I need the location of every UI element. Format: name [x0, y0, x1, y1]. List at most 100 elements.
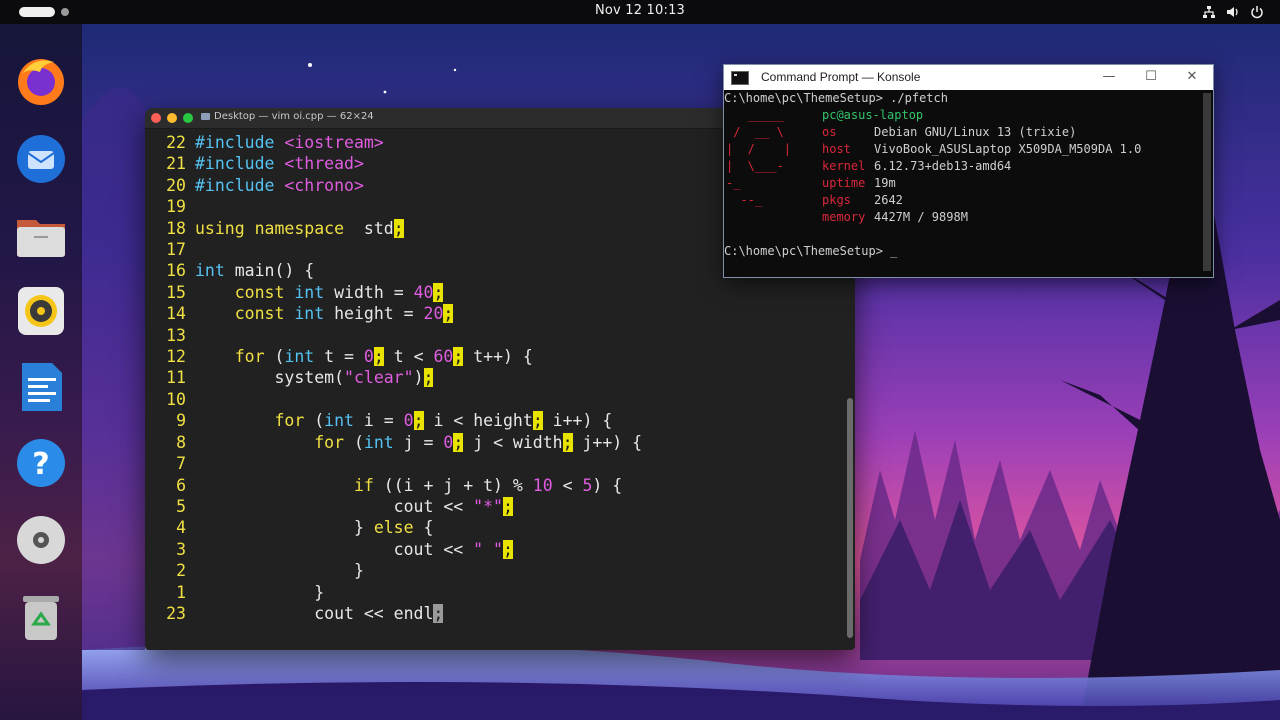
code-line[interactable]: 10: [145, 389, 642, 410]
konsole-window[interactable]: Command Prompt — Konsole — ☐ ✕ C:\home\p…: [723, 64, 1214, 278]
clock[interactable]: Nov 12 10:13: [0, 3, 1280, 18]
debian-logo-line: --_: [726, 193, 763, 207]
code-token: 5: [582, 475, 593, 495]
konsole-titlebar[interactable]: Command Prompt — Konsole — ☐ ✕: [724, 65, 1213, 90]
code-token: int: [363, 432, 394, 452]
code-line[interactable]: 17: [145, 239, 642, 260]
code-token: <thread>: [284, 154, 364, 174]
code-token: i < height: [423, 411, 533, 431]
pfetch-value: 4427M / 9898M: [874, 210, 968, 224]
files-icon[interactable]: [12, 206, 70, 264]
code-line[interactable]: 21 #include <thread>: [145, 153, 642, 174]
code-token: ;: [562, 432, 573, 452]
code-editor[interactable]: 22 #include <iostream> 21 #include <thread>…: [145, 132, 642, 624]
pfetch-key: pkgs: [822, 193, 851, 207]
pfetch-key: os: [822, 125, 837, 139]
code-token: }: [195, 518, 374, 538]
code-line[interactable]: 11 system("clear");: [145, 367, 642, 388]
code-token: using namespace: [195, 218, 345, 238]
code-line[interactable]: 14 const int height = 20;: [145, 303, 642, 324]
code-token: }: [195, 582, 325, 602]
line-number: 17: [166, 240, 186, 260]
code-line[interactable]: 16 int main() {: [145, 260, 642, 281]
code-token: " ": [473, 539, 503, 559]
debian-logo-line: | \___-: [726, 159, 784, 173]
code-token: ;: [373, 347, 384, 367]
thunderbird-icon[interactable]: [12, 129, 70, 187]
code-token: int: [324, 411, 354, 431]
pfetch-user: pc@asus-laptop: [822, 108, 924, 122]
konsole-title: Command Prompt — Konsole: [761, 70, 921, 84]
code-line[interactable]: 12 for (int t = 0; t < 60; t++) {: [145, 346, 642, 367]
code-token: "clear": [344, 368, 414, 388]
code-line[interactable]: 22 #include <iostream>: [145, 132, 642, 153]
code-token: t++) {: [463, 347, 533, 367]
writer-icon[interactable]: [12, 358, 70, 416]
code-token: #include: [195, 175, 285, 195]
code-line[interactable]: 19: [145, 196, 642, 217]
konsole-scrollbar[interactable]: [1203, 93, 1211, 271]
code-line[interactable]: 4 } else {: [145, 517, 642, 538]
code-line[interactable]: 18 using namespace std;: [145, 218, 642, 239]
code-token: ) {: [592, 475, 623, 495]
code-token: ;: [443, 304, 454, 324]
trash-icon[interactable]: [12, 588, 70, 646]
code-token: ;: [413, 411, 424, 431]
code-line[interactable]: 3 cout << " ";: [145, 539, 642, 560]
firefox-icon[interactable]: [12, 52, 70, 110]
rhythmbox-icon[interactable]: [12, 282, 70, 340]
code-line[interactable]: 20 #include <chrono>: [145, 175, 642, 196]
code-line[interactable]: 7: [145, 453, 642, 474]
code-token: 20: [423, 304, 444, 324]
power-icon[interactable]: [1250, 4, 1264, 19]
line-number: 16: [166, 261, 186, 281]
pfetch-value: 2642: [874, 193, 903, 207]
code-line[interactable]: 5 cout << "*";: [145, 496, 642, 517]
code-line[interactable]: 6 if ((i + j + t) % 10 < 5) {: [145, 475, 642, 496]
code-token: const: [234, 282, 285, 302]
code-line[interactable]: 23 cout << endl;: [145, 603, 642, 624]
maximize-button[interactable]: [183, 113, 193, 123]
terminal-output[interactable]: C:\home\pc\ThemeSetup> ./pfetch _____ / …: [724, 90, 1200, 276]
close-button[interactable]: [151, 113, 161, 123]
code-line[interactable]: 15 const int width = 40;: [145, 282, 642, 303]
help-icon[interactable]: ?: [12, 434, 70, 492]
pfetch-value: VivoBook_ASUSLaptop X509DA_M509DA 1.0: [874, 142, 1142, 156]
code-token: ;: [453, 347, 464, 367]
network-icon[interactable]: [1202, 4, 1216, 18]
konsole-close-button[interactable]: ✕: [1182, 67, 1202, 87]
minimize-button[interactable]: [167, 113, 177, 123]
code-token: if: [353, 475, 374, 495]
code-token: #include: [195, 133, 285, 152]
code-line[interactable]: 13: [145, 325, 642, 346]
vim-scrollbar[interactable]: [847, 398, 853, 638]
code-token: i =: [353, 411, 404, 431]
code-line[interactable]: 1 }: [145, 582, 642, 603]
code-line[interactable]: 9 for (int i = 0; i < height; i++) {: [145, 410, 642, 431]
disc-icon[interactable]: [12, 511, 70, 569]
line-number: 23: [166, 603, 186, 623]
konsole-minimize-button[interactable]: —: [1099, 67, 1119, 87]
code-line[interactable]: 8 for (int j = 0; j < width; j++) {: [145, 432, 642, 453]
volume-icon[interactable]: [1226, 4, 1240, 18]
konsole-maximize-button[interactable]: ☐: [1141, 67, 1161, 87]
system-tray[interactable]: [1202, 4, 1264, 19]
pfetch-info-row: os Debian GNU/Linux 13 (trixie): [822, 124, 1076, 141]
code-token: int: [284, 347, 315, 367]
debian-logo-line: _____: [726, 108, 784, 122]
line-number: 19: [166, 197, 186, 217]
code-token: j++) {: [572, 432, 643, 452]
code-token: (: [304, 411, 325, 431]
line-number: 2: [176, 561, 186, 581]
line-number: 6: [176, 475, 186, 495]
code-line[interactable]: 2 }: [145, 560, 642, 581]
pfetch-key: host: [822, 142, 851, 156]
pfetch-info-row: memory 4427M / 9898M: [822, 209, 968, 226]
line-number: 12: [166, 347, 186, 367]
code-token: main() {: [224, 261, 315, 281]
line-number: 13: [166, 325, 186, 345]
debian-logo-line: -_: [726, 176, 741, 190]
